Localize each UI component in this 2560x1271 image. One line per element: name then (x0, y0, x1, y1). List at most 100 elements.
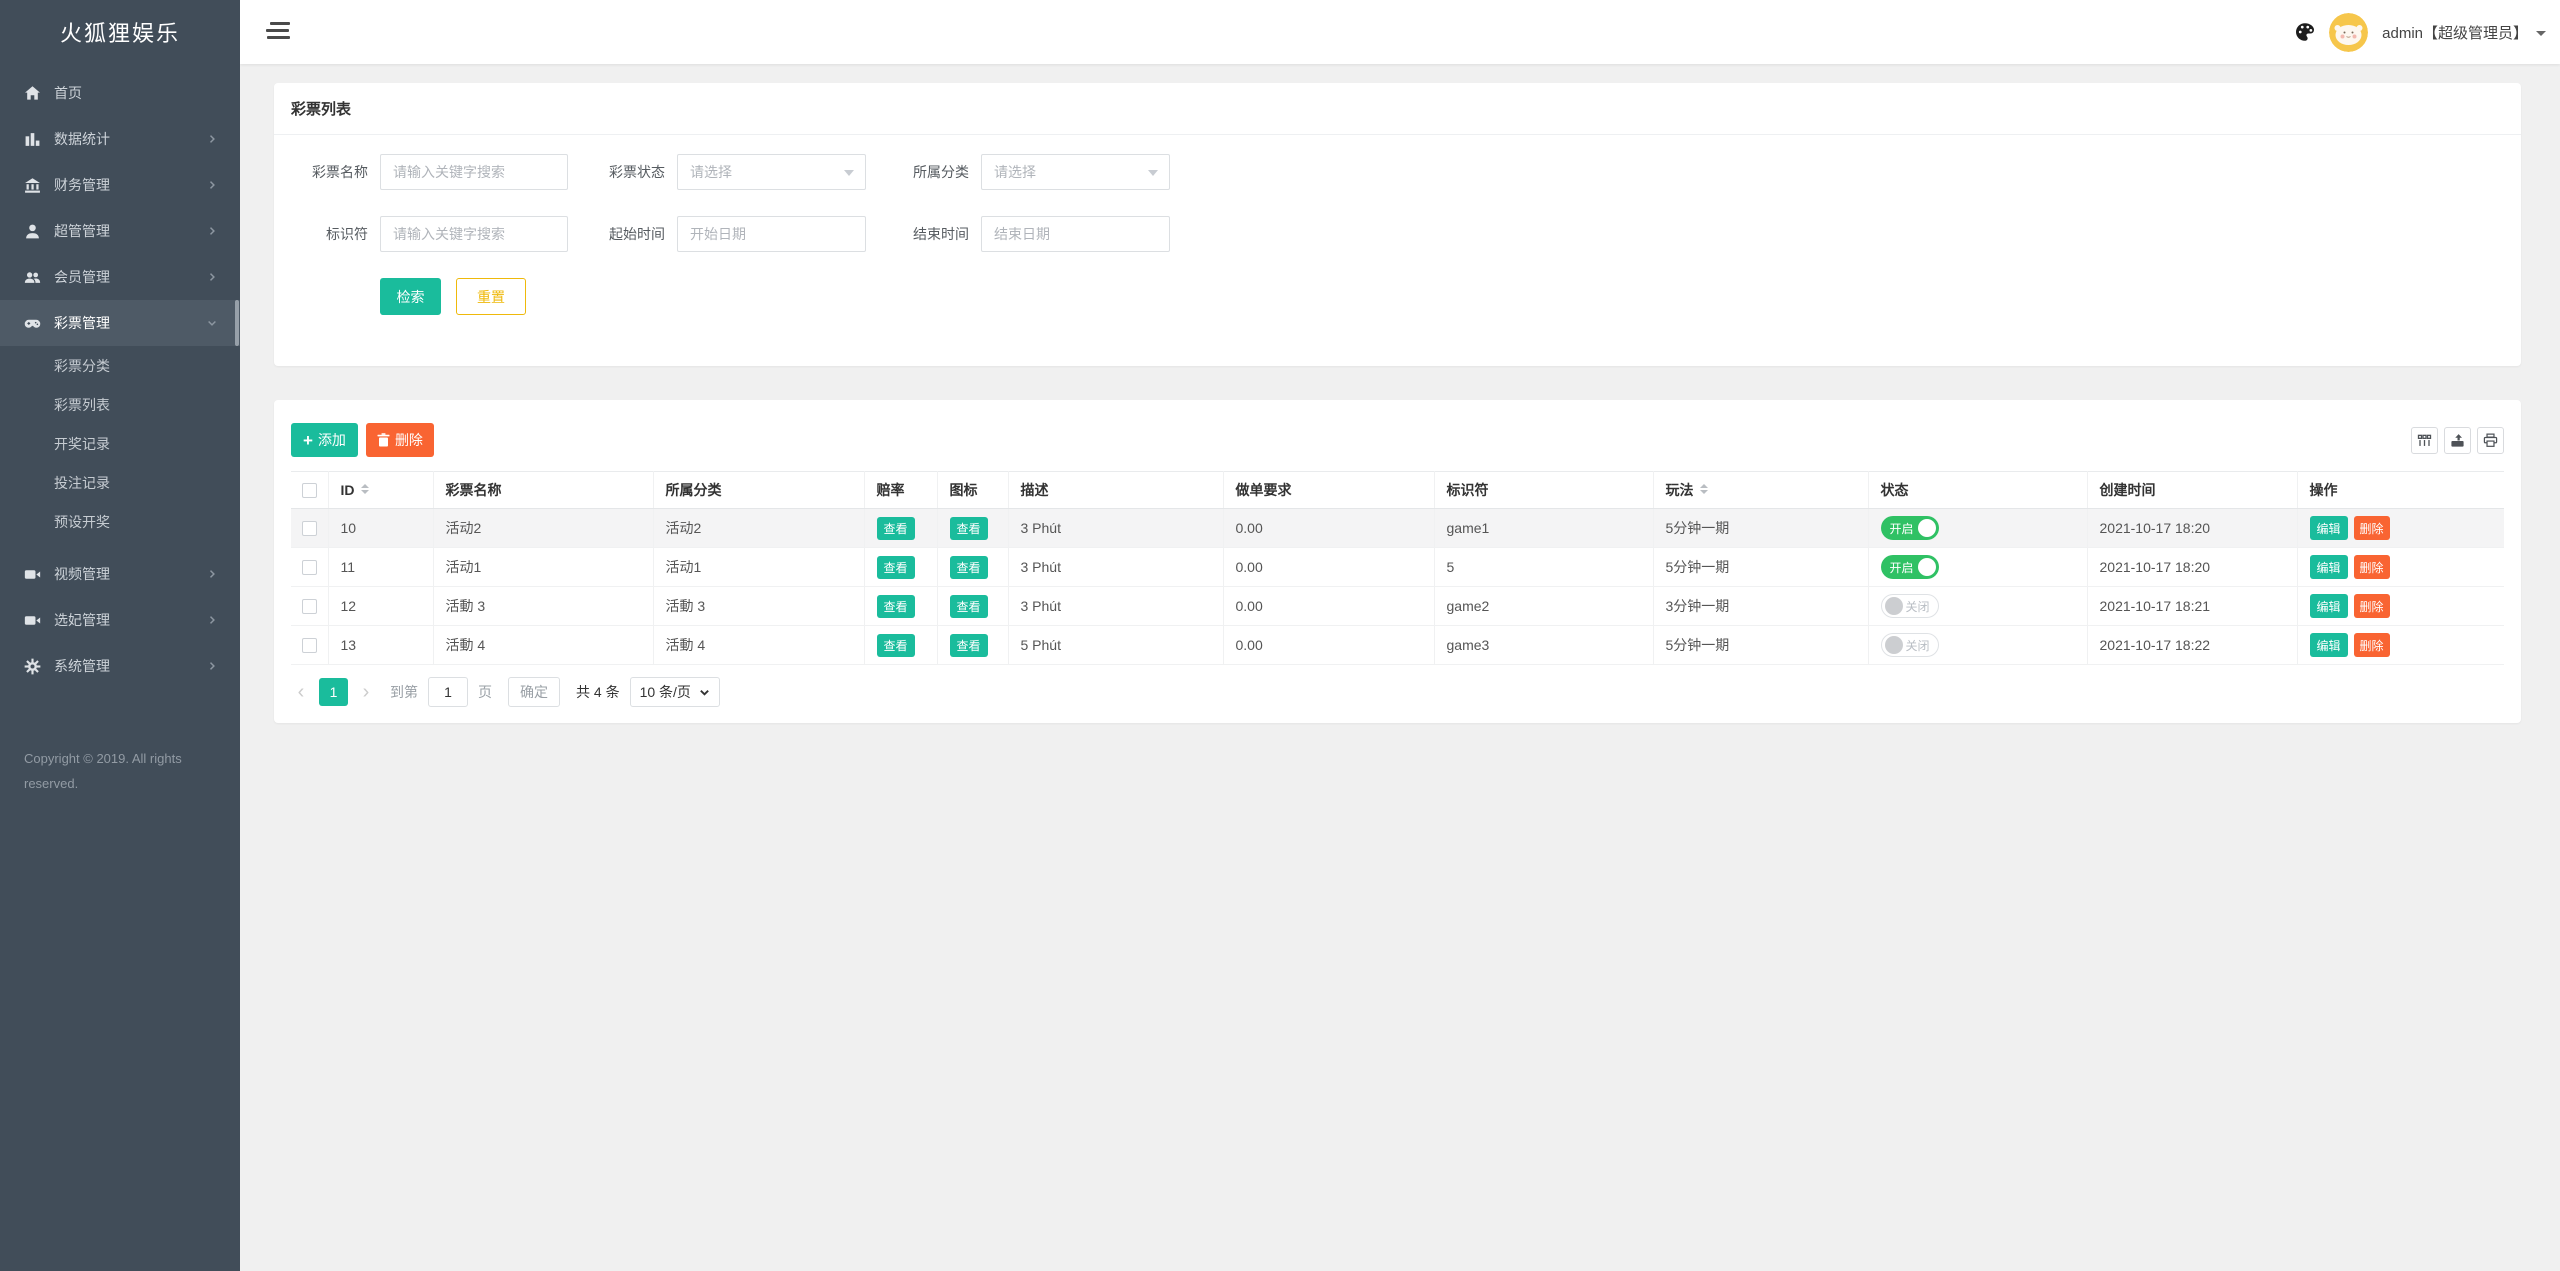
row-checkbox[interactable] (301, 599, 317, 615)
sidebar-item-home[interactable]: 首页 (0, 70, 240, 116)
theme-palette-icon[interactable] (2295, 22, 2315, 42)
search-button[interactable]: 检索 (380, 278, 441, 315)
sidebar-scrollbar-thumb[interactable] (235, 300, 239, 346)
goto-prefix-label: 到第 (390, 684, 418, 700)
status-filter-select[interactable]: 请选择 (677, 154, 866, 190)
edit-button[interactable]: 编辑 (2309, 633, 2348, 657)
cell-category: 活动2 (653, 508, 865, 548)
current-page-button[interactable]: 1 (319, 678, 348, 706)
prev-page-button[interactable]: ‹ (291, 682, 311, 702)
cell-play-type: 5分钟一期 (1653, 547, 1869, 587)
category-filter-label: 所属分类 (913, 164, 969, 180)
row-checkbox[interactable] (301, 521, 317, 537)
brand-logo: 火狐狸娱乐 (59, 21, 180, 46)
user-icon (24, 223, 41, 240)
sidebar-item-members[interactable]: 会员管理 (0, 254, 240, 300)
column-header: 图标 (937, 471, 1009, 509)
select-all-checkbox[interactable] (301, 483, 317, 499)
cell-name: 活動 4 (433, 625, 654, 665)
column-header[interactable]: 玩法 (1653, 471, 1869, 509)
column-header: 赔率 (864, 471, 938, 509)
edit-button[interactable]: 编辑 (2309, 516, 2348, 540)
sidebar-item-lottery[interactable]: 彩票管理 (0, 300, 240, 346)
toggle-columns-button[interactable] (2411, 426, 2438, 454)
edit-button[interactable]: 编辑 (2309, 555, 2348, 579)
sidebar-item-admins[interactable]: 超管管理 (0, 208, 240, 254)
category-filter-select[interactable]: 请选择 (981, 154, 1170, 190)
sidebar-item-concubine[interactable]: 选妃管理 (0, 597, 240, 643)
chevron-down-icon (206, 317, 218, 329)
cell-identifier: game1 (1434, 508, 1654, 548)
chart-icon (24, 131, 41, 148)
cell-name: 活动2 (433, 508, 654, 548)
column-header: 创建时间 (2087, 471, 2298, 509)
user-menu[interactable]: admin【超级管理员】 (2382, 22, 2546, 43)
toggle-knob (1884, 636, 1903, 654)
sidebar-toggle-icon[interactable] (266, 21, 290, 43)
copyright-text: Copyright © 2019. All rights reserved. (24, 751, 182, 791)
start-time-label: 起始时间 (609, 226, 665, 242)
sidebar-item-stats[interactable]: 数据统计 (0, 116, 240, 162)
delete-button[interactable]: 删除 (365, 423, 434, 457)
column-header: 描述 (1008, 471, 1224, 509)
view-icon-button[interactable]: 查看 (949, 594, 988, 618)
toggle-knob (1884, 597, 1903, 615)
reset-button[interactable]: 重置 (456, 278, 526, 315)
end-date-input[interactable] (981, 216, 1170, 252)
row-delete-button[interactable]: 删除 (2353, 633, 2390, 657)
sidebar-item-lottery-list[interactable]: 彩票列表 (0, 385, 240, 424)
cell-order-requirement: 0.00 (1223, 586, 1435, 626)
sidebar-item-lottery-category[interactable]: 彩票分类 (0, 346, 240, 385)
per-page-select[interactable]: 10 条/页 (629, 677, 720, 707)
identifier-filter-input[interactable] (380, 216, 568, 252)
view-odds-button[interactable]: 查看 (876, 555, 915, 579)
view-odds-button[interactable]: 查看 (876, 594, 915, 618)
add-button[interactable]: + 添加 (291, 423, 358, 457)
column-header[interactable]: ID (328, 471, 434, 509)
chevron-down-icon (844, 170, 854, 176)
goto-suffix-label: 页 (478, 684, 492, 700)
sidebar-item-bet-records[interactable]: 投注记录 (0, 463, 240, 502)
row-checkbox[interactable] (301, 560, 317, 576)
chevron-right-icon (206, 179, 218, 191)
avatar[interactable] (2329, 12, 2369, 52)
sidebar-item-system[interactable]: 系统管理 (0, 643, 240, 689)
print-button[interactable] (2477, 426, 2504, 454)
view-icon-button[interactable]: 查看 (949, 555, 988, 579)
view-odds-button[interactable]: 查看 (876, 516, 915, 540)
status-toggle[interactable]: 关闭 (1880, 633, 1939, 657)
cell-description: 3 Phút (1008, 508, 1224, 548)
cell-category: 活動 4 (653, 625, 865, 665)
status-toggle[interactable]: 关闭 (1880, 594, 1939, 618)
sidebar-item-preset-draw[interactable]: 预设开奖 (0, 502, 240, 541)
goto-confirm-button[interactable]: 确定 (508, 677, 560, 707)
row-checkbox[interactable] (301, 638, 317, 654)
table-row: 10 活动2 活动2 查看 查看 3 Phút 0.00 game1 5分钟一期 开启 2021-1… (291, 508, 2504, 548)
start-date-input[interactable] (677, 216, 866, 252)
table-row: 11 活动1 活动1 查看 查看 3 Phút 0.00 5 5分钟一期 开启 2021-10-17… (291, 547, 2504, 587)
sidebar-item-draw-records[interactable]: 开奖记录 (0, 424, 240, 463)
add-button-label: 添加 (317, 432, 346, 448)
view-icon-button[interactable]: 查看 (949, 633, 988, 657)
status-toggle[interactable]: 开启 (1880, 516, 1939, 540)
sidebar-item-finance[interactable]: 财务管理 (0, 162, 240, 208)
export-button[interactable] (2444, 426, 2471, 454)
column-header: 状态 (1868, 471, 2088, 509)
goto-page-input[interactable] (428, 677, 468, 707)
name-filter-input[interactable] (380, 154, 568, 190)
row-delete-button[interactable]: 删除 (2353, 555, 2390, 579)
view-icon-button[interactable]: 查看 (949, 516, 988, 540)
identifier-filter-label: 标识符 (326, 226, 368, 242)
sidebar-submenu-lottery: 彩票分类 彩票列表 开奖记录 投注记录 预设开奖 (0, 346, 240, 541)
row-delete-button[interactable]: 删除 (2353, 516, 2390, 540)
sort-icon[interactable] (360, 484, 369, 494)
sidebar-item-video[interactable]: 视频管理 (0, 551, 240, 597)
edit-button[interactable]: 编辑 (2309, 594, 2348, 618)
sidebar-item-label: 首页 (54, 85, 82, 101)
row-delete-button[interactable]: 删除 (2353, 594, 2390, 618)
view-odds-button[interactable]: 查看 (876, 633, 915, 657)
status-toggle[interactable]: 开启 (1880, 555, 1939, 579)
next-page-button[interactable]: › (356, 682, 376, 702)
cell-description: 5 Phút (1008, 625, 1224, 665)
sort-icon[interactable] (1699, 484, 1708, 494)
